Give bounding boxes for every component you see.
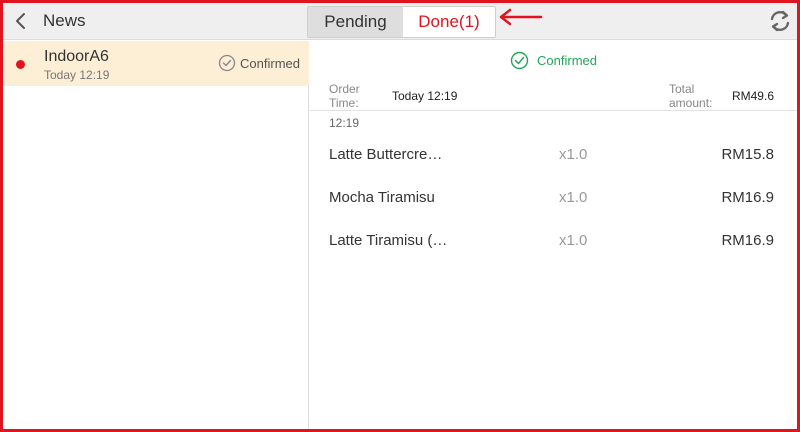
table-row: Mocha Tiramisu x1.0 RM16.9 <box>310 185 797 213</box>
item-qty: x1.0 <box>559 232 588 249</box>
item-price: RM16.9 <box>721 189 774 206</box>
list-item[interactable]: IndoorA6 Today 12:19 Confirmed <box>3 41 309 86</box>
total-amount-label: Total amount: <box>669 82 713 110</box>
annotation-arrow-icon <box>499 8 543 26</box>
unread-dot-icon <box>16 60 25 69</box>
item-qty: x1.0 <box>559 146 588 163</box>
item-price: RM16.9 <box>721 232 774 249</box>
order-detail: Confirmed Order Time: Today 12:19 Total … <box>310 41 797 429</box>
total-amount-value: RM49.6 <box>731 89 774 103</box>
divider <box>310 110 797 111</box>
page-title: News <box>43 11 86 30</box>
order-time-value: Today 12:19 <box>392 89 458 103</box>
check-circle-icon <box>510 51 529 70</box>
refresh-icon[interactable] <box>767 7 793 35</box>
item-name: Mocha Tiramisu <box>329 189 435 206</box>
detail-status: Confirmed <box>310 51 797 70</box>
tab-pending[interactable]: Pending <box>308 7 403 37</box>
item-qty: x1.0 <box>559 189 588 206</box>
item-name: Latte Tiramisu (… <box>329 232 448 249</box>
table-row: Latte Tiramisu (… x1.0 RM16.9 <box>310 228 797 256</box>
order-name: IndoorA6 <box>44 48 109 65</box>
order-time-label: Order Time: <box>329 82 360 110</box>
order-time-continued: 12:19 <box>329 116 360 130</box>
table-row: Latte Buttercre… x1.0 RM15.8 <box>310 142 797 170</box>
status-label: Confirmed <box>240 55 300 71</box>
item-price: RM15.8 <box>721 146 774 163</box>
top-bar: News Pending Done(1) <box>3 3 797 40</box>
order-time: Today 12:19 <box>44 68 110 82</box>
order-list: IndoorA6 Today 12:19 Confirmed <box>3 41 309 429</box>
status-tabs: Pending Done(1) <box>307 6 496 38</box>
item-name: Latte Buttercre… <box>329 146 443 163</box>
detail-status-label: Confirmed <box>537 53 597 68</box>
check-circle-icon <box>218 54 236 72</box>
status-badge: Confirmed <box>218 54 300 72</box>
chevron-left-icon[interactable] <box>9 7 33 35</box>
tab-done[interactable]: Done(1) <box>403 7 495 37</box>
